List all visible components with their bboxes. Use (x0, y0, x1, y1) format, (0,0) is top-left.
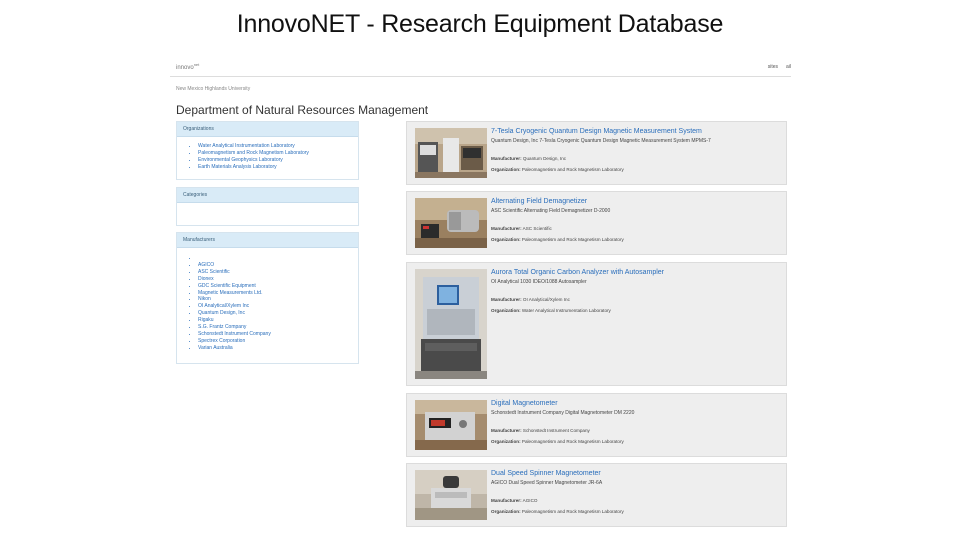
equipment-card[interactable]: Alternating Field Demagnetizer ASC Scien… (406, 191, 787, 255)
equipment-card[interactable]: Aurora Total Organic Carbon Analyzer wit… (406, 262, 787, 386)
equipment-subtitle: OI Analytical 1030 IDEO/1088 Autosampler (491, 279, 587, 285)
organization-label: Organization: (491, 439, 521, 444)
top-nav: sites ail (760, 64, 791, 70)
top-link-sites[interactable]: sites (768, 64, 778, 70)
manufacturer-label: Manufacturer: (491, 226, 522, 231)
equipment-subtitle: AGICO Dual Speed Spinner Magnetometer JR… (491, 480, 603, 486)
manufacturer-link[interactable]: Dionex (198, 276, 358, 283)
brand-name: innovo (176, 65, 194, 71)
manufacturer-value: OI Analytical/Xylem Inc (522, 297, 570, 302)
equipment-photo[interactable] (415, 128, 487, 178)
brand-sup: net (193, 62, 200, 67)
manufacturer-value: ASC Scientific (522, 226, 552, 231)
equipment-organization: Organization: Paleomagnetism and Rock Ma… (491, 439, 624, 444)
organization-label: Organization: (491, 308, 521, 313)
organization-link[interactable]: Environmental Geophysics Laboratory (198, 157, 358, 164)
equipment-photo[interactable] (415, 470, 487, 520)
equipment-card[interactable]: Digital Magnetometer Schonstedt Instrume… (406, 393, 787, 457)
manufacturer-link[interactable]: Varian Australia (198, 345, 358, 352)
manufacturer-value: Quantum Design, Inc (522, 156, 567, 161)
organization-value: Paleomagnetism and Rock Magnetism Labora… (521, 167, 624, 172)
equipment-photo[interactable] (415, 269, 487, 379)
organization-label: Organization: (491, 509, 521, 514)
manufacturers-header: Manufacturers (177, 233, 358, 248)
manufacturer-label: Manufacturer: (491, 428, 522, 433)
organizations-header: Organizations (177, 122, 358, 137)
manufacturer-link[interactable]: Rigaku (198, 317, 358, 324)
site-logo[interactable]: innovonet (176, 62, 199, 71)
equipment-subtitle: Quantum Design, Inc 7-Tesla Cryogenic Qu… (491, 138, 711, 144)
manufacturer-link[interactable]: Nikon (198, 296, 358, 303)
equipment-manufacturer: Manufacturer: Quantum Design, Inc (491, 156, 566, 161)
manufacturer-value: AGICO (522, 498, 538, 503)
equipment-organization: Organization: Paleomagnetism and Rock Ma… (491, 237, 624, 242)
equipment-title[interactable]: 7-Tesla Cryogenic Quantum Design Magneti… (491, 128, 702, 135)
equipment-manufacturer: Manufacturer: AGICO (491, 498, 537, 503)
organization-link[interactable]: Earth Materials Analysis Laboratory (198, 164, 358, 171)
equipment-manufacturer: Manufacturer: ASC Scientific (491, 226, 552, 231)
page-title: Department of Natural Resources Manageme… (176, 103, 429, 117)
manufacturer-link[interactable]: GDC Scientific Equipment (198, 283, 358, 290)
equipment-photo[interactable] (415, 198, 487, 248)
manufacturer-link[interactable]: ​ (198, 255, 358, 262)
organization-link[interactable]: Water Analytical Instrumentation Laborat… (198, 143, 358, 150)
organization-link[interactable]: Paleomagnetism and Rock Magnetism Labora… (198, 150, 358, 157)
manufacturer-label: Manufacturer: (491, 156, 522, 161)
manufacturers-list: ​ AGICO ASC Scientific Dionex GDC Scient… (177, 248, 358, 358)
manufacturer-link[interactable]: Schonstedt Instrument Company (198, 331, 358, 338)
organization-value: Water Analytical Instrumentation Laborat… (521, 308, 611, 313)
equipment-subtitle: ASC Scientific Alternating Field Demagne… (491, 208, 611, 214)
equipment-title[interactable]: Digital Magnetometer (491, 400, 558, 407)
manufacturer-label: Manufacturer: (491, 498, 522, 503)
equipment-title[interactable]: Alternating Field Demagnetizer (491, 198, 587, 205)
organization-value: Paleomagnetism and Rock Magnetism Labora… (521, 509, 624, 514)
equipment-title[interactable]: Aurora Total Organic Carbon Analyzer wit… (491, 269, 664, 276)
equipment-photo[interactable] (415, 400, 487, 450)
organization-label: Organization: (491, 237, 521, 242)
equipment-subtitle: Schonstedt Instrument Company Digital Ma… (491, 410, 635, 416)
categories-panel: Categories (176, 187, 359, 226)
categories-header: Categories (177, 188, 358, 203)
manufacturer-value: Schonstedt Instrument Company (522, 428, 590, 433)
manufacturer-link[interactable]: Magnetic Measurements Ltd. (198, 290, 358, 297)
organizations-list: Water Analytical Instrumentation Laborat… (177, 137, 358, 177)
manufacturer-link[interactable]: Quantum Design, Inc (198, 310, 358, 317)
slide-title: InnovoNET - Research Equipment Database (236, 10, 724, 38)
manufacturer-link[interactable]: ASC Scientific (198, 269, 358, 276)
equipment-card[interactable]: Dual Speed Spinner Magnetometer AGICO Du… (406, 463, 787, 527)
manufacturer-label: Manufacturer: (491, 297, 522, 302)
manufacturer-link[interactable]: Spectrex Corporation (198, 338, 358, 345)
organization-label: Organization: (491, 167, 521, 172)
equipment-organization: Organization: Water Analytical Instrumen… (491, 308, 611, 313)
breadcrumb[interactable]: New Mexico Highlands University (176, 86, 250, 92)
equipment-manufacturer: Manufacturer: OI Analytical/Xylem Inc (491, 297, 570, 302)
top-link-ail[interactable]: ail (786, 64, 791, 70)
site-header: innovonet sites ail (170, 58, 791, 77)
manufacturers-panel: Manufacturers ​ AGICO ASC Scientific Dio… (176, 232, 359, 364)
equipment-organization: Organization: Paleomagnetism and Rock Ma… (491, 167, 624, 172)
organizations-panel: Organizations Water Analytical Instrumen… (176, 121, 359, 180)
manufacturer-link[interactable]: OI Analytical/Xylem Inc (198, 303, 358, 310)
organization-value: Paleomagnetism and Rock Magnetism Labora… (521, 439, 624, 444)
equipment-title[interactable]: Dual Speed Spinner Magnetometer (491, 470, 601, 477)
equipment-card[interactable]: 7-Tesla Cryogenic Quantum Design Magneti… (406, 121, 787, 185)
equipment-manufacturer: Manufacturer: Schonstedt Instrument Comp… (491, 428, 590, 433)
equipment-organization: Organization: Paleomagnetism and Rock Ma… (491, 509, 624, 514)
manufacturer-link[interactable]: S.G. Frantz Company (198, 324, 358, 331)
manufacturer-link[interactable]: AGICO (198, 262, 358, 269)
organization-value: Paleomagnetism and Rock Magnetism Labora… (521, 237, 624, 242)
